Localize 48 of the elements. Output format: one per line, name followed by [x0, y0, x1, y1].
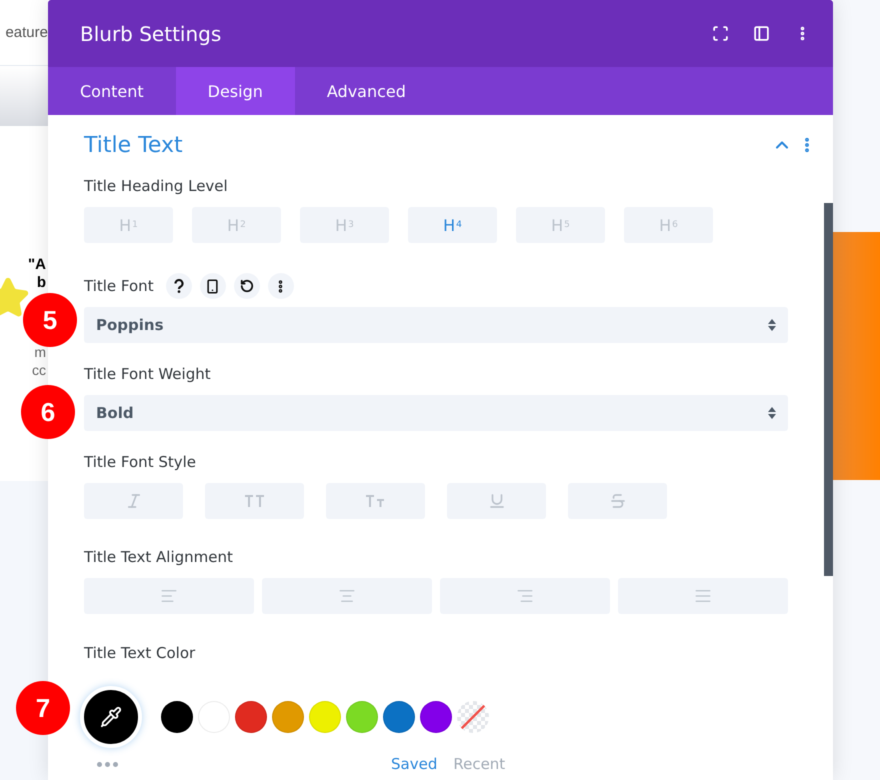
pipette-icon: [100, 706, 122, 728]
small-caps-icon: [364, 494, 386, 508]
scroll-bar[interactable]: [824, 203, 833, 576]
palette-tab[interactable]: Saved: [383, 755, 446, 773]
color-swatch[interactable]: [383, 701, 415, 733]
font-weight-select[interactable]: Bold: [84, 395, 788, 431]
field-label: Title Text Alignment: [84, 548, 234, 568]
color-swatch[interactable]: [161, 701, 193, 733]
sort-arrows-icon: [768, 407, 776, 419]
palette-tab[interactable]: Recent: [445, 755, 514, 773]
window-title: Blurb Settings: [80, 22, 222, 46]
reset-icon: [240, 279, 254, 293]
nav-link[interactable]: eature: [5, 24, 48, 41]
help-button[interactable]: [166, 273, 192, 299]
align-center-icon: [338, 587, 356, 605]
field-label: Title Text Color: [84, 644, 196, 664]
reset-button[interactable]: [234, 273, 260, 299]
phone-button[interactable]: [200, 273, 226, 299]
field-label: Title Heading Level: [84, 177, 229, 197]
card-text: cc: [32, 361, 47, 379]
field-label: Title Font Weight: [84, 365, 212, 385]
underline-icon: [488, 492, 506, 510]
sort-arrows-icon: [768, 319, 776, 331]
tab[interactable]: Content: [48, 67, 176, 115]
uppercase-icon: [244, 494, 266, 508]
section-title[interactable]: Title Text: [84, 132, 772, 158]
align-justify-icon: [694, 587, 712, 605]
align-right-icon: [516, 587, 534, 605]
color-swatch[interactable]: [420, 701, 452, 733]
color-swatch[interactable]: [309, 701, 341, 733]
card-heading: b: [36, 274, 47, 292]
strikethrough-icon: [608, 492, 626, 510]
question-icon: [172, 279, 185, 293]
field-label: Title Font: [84, 277, 154, 295]
tab[interactable]: Advanced: [294, 67, 438, 115]
align-left-icon: [160, 587, 178, 605]
card-heading: "A: [28, 256, 47, 274]
field-label: Title Font Style: [84, 453, 198, 473]
color-swatch[interactable]: [272, 701, 304, 733]
more-button[interactable]: [268, 273, 294, 299]
expand-icon[interactable]: [712, 25, 729, 42]
color-swatch[interactable]: [346, 701, 378, 733]
sidebar-icon[interactable]: [753, 25, 770, 42]
color-swatch[interactable]: [235, 701, 267, 733]
font-select[interactable]: Poppins: [84, 307, 788, 343]
tab[interactable]: Design: [176, 67, 295, 115]
card-shadow: [0, 66, 48, 126]
phone-icon: [205, 278, 220, 294]
